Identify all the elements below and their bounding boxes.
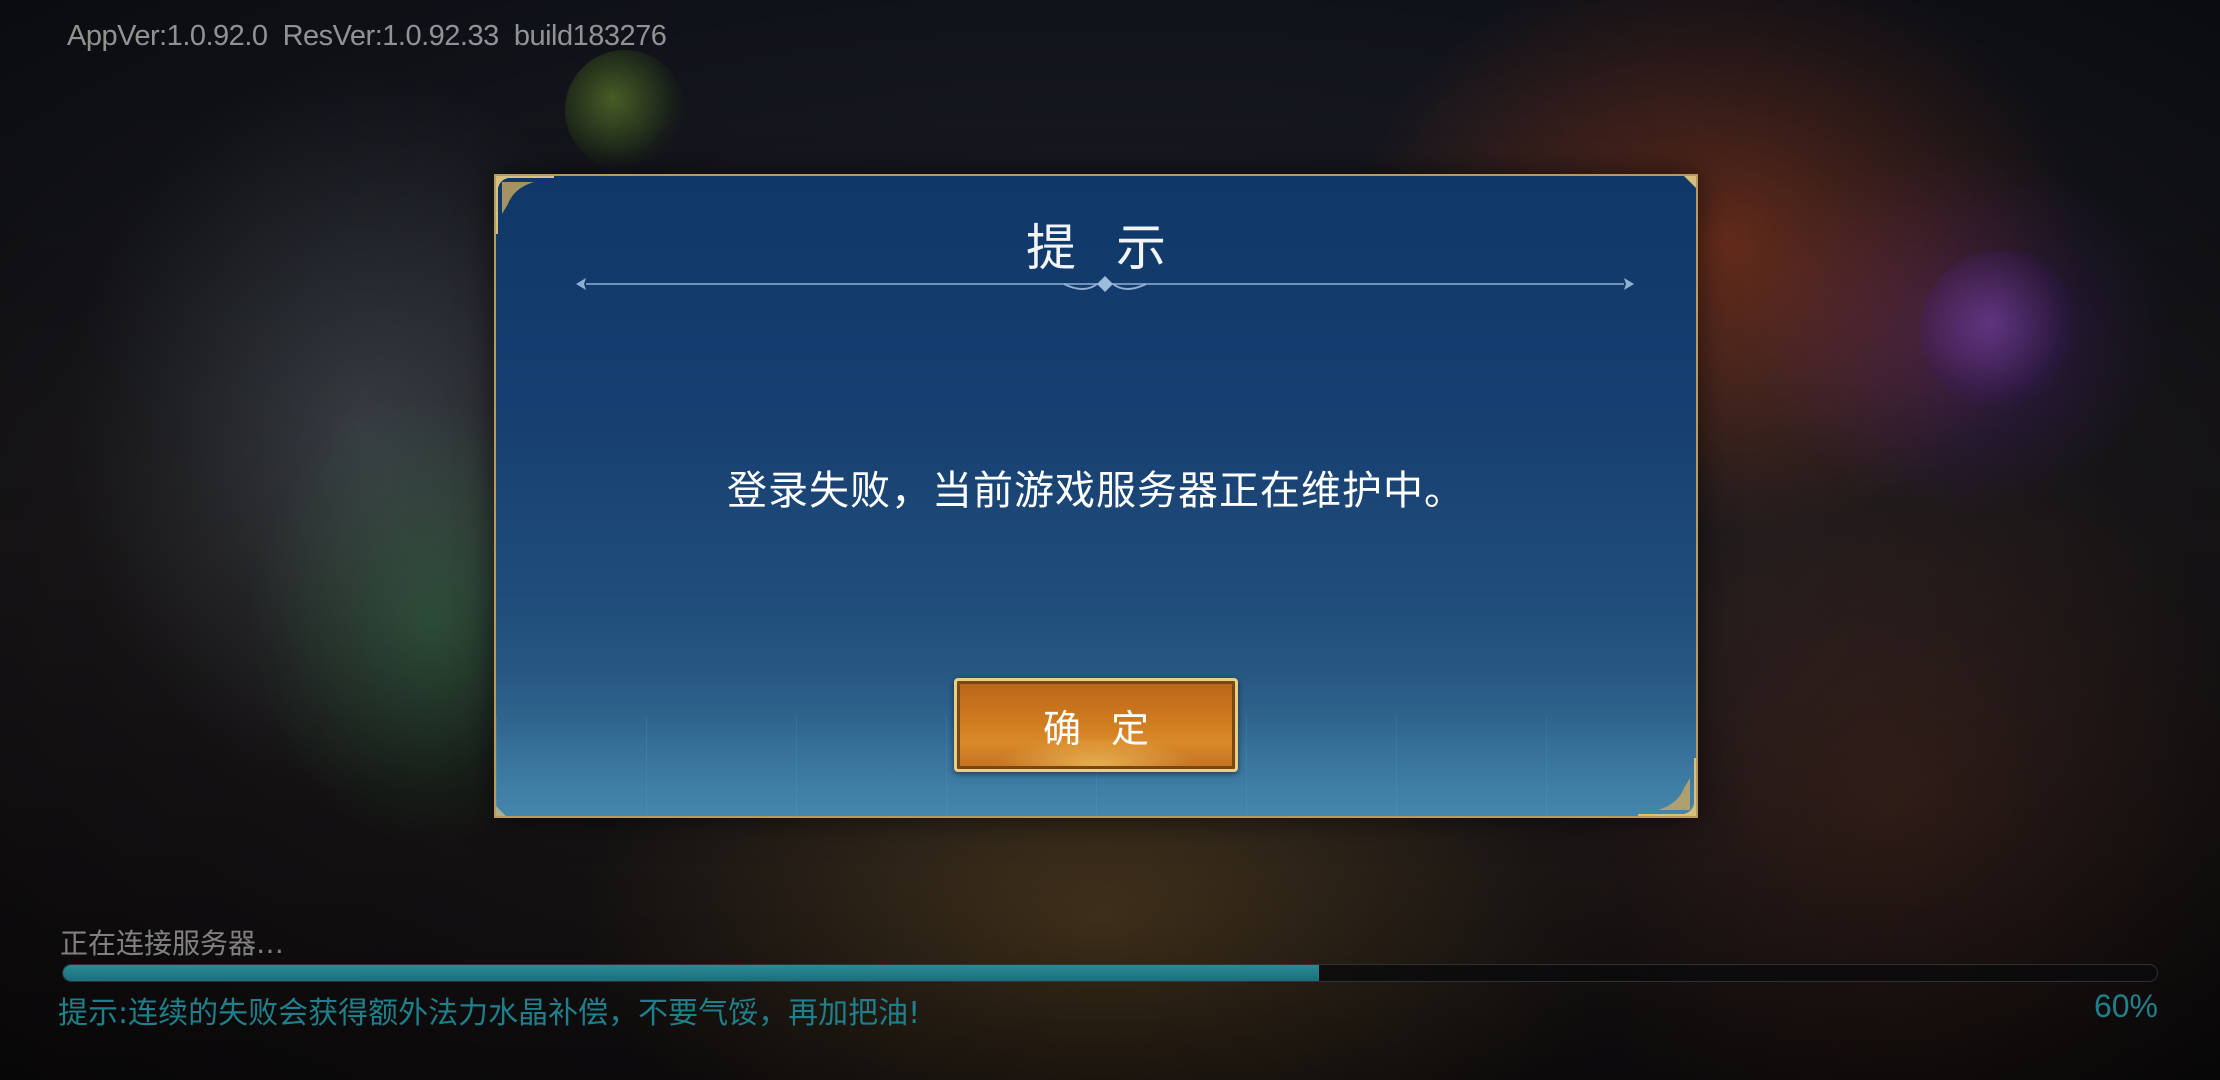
version-info: AppVer:1.0.92.0 ResVer:1.0.92.33 build18… (67, 20, 667, 52)
loading-status: 正在连接服务器… (60, 927, 285, 960)
loading-progress-fill (63, 965, 1320, 981)
loading-progress-bar (62, 964, 2158, 982)
loading-tip: 提示:连续的失败会获得额外法力水晶补偿，不要气馁，再加把油! (58, 996, 921, 1031)
alert-dialog: 提示 登录失败，当前游戏服务器正在维护中。 确定 (494, 174, 1698, 818)
loading-percent: 60% (2093, 988, 2158, 1024)
game-loading-screen: AppVer:1.0.92.0 ResVer:1.0.92.33 build18… (0, 0, 2220, 1080)
corner-ornament-icon (1684, 176, 1696, 188)
dialog-title: 提示 (1026, 219, 1206, 277)
corner-ornament-icon (496, 806, 506, 816)
confirm-button[interactable]: 确定 (954, 678, 1238, 772)
title-divider-ornament (576, 276, 1634, 292)
dialog-message: 登录失败，当前游戏服务器正在维护中。 (727, 468, 1465, 514)
corner-ornament-icon (1638, 758, 1696, 816)
